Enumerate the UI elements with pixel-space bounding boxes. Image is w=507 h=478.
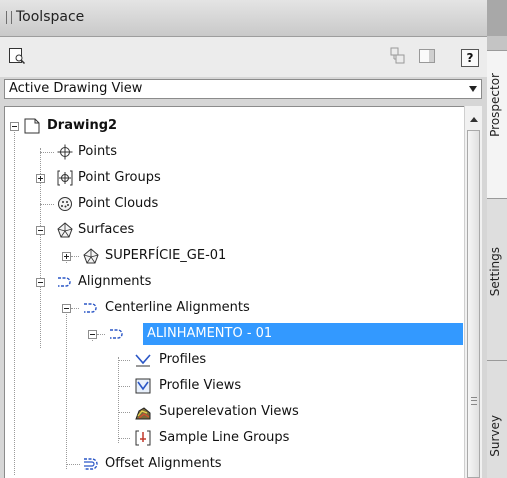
tree-node-label: Sample Line Groups: [159, 430, 290, 445]
collapse-icon[interactable]: [36, 226, 45, 235]
help-button[interactable]: ?: [461, 49, 479, 67]
points-icon: [57, 144, 73, 160]
tree-node-profiles[interactable]: Profiles: [5, 349, 461, 371]
tree-node-points[interactable]: Points: [5, 141, 461, 163]
superelevation-views-icon: [135, 407, 151, 420]
tree-node-label: ALINHAMENTO - 01: [147, 326, 273, 341]
tree-node-label: Point Clouds: [78, 196, 159, 211]
tree-node-alignments[interactable]: Alignments: [5, 271, 461, 293]
tab-label: Prospector: [488, 73, 502, 137]
drawing-icon: [24, 118, 40, 134]
tab-settings[interactable]: Settings: [487, 198, 507, 360]
title-bar: Toolspace: [0, 0, 507, 37]
drag-grip-icon[interactable]: [6, 11, 12, 24]
title-bar-cell[interactable]: Toolspace: [0, 0, 487, 37]
chevron-down-icon[interactable]: [469, 86, 477, 92]
toolbar: ?: [0, 37, 487, 77]
tab-label: Survey: [488, 415, 502, 457]
tree-node-label: Alignments: [78, 274, 152, 289]
tree-node-point-clouds[interactable]: Point Clouds: [5, 193, 461, 215]
scroll-up-arrow-icon[interactable]: [470, 117, 478, 122]
toolspace-tabs: Prospector Settings Survey: [487, 36, 507, 478]
title-bar-right: [487, 0, 507, 36]
collapse-icon[interactable]: [62, 304, 71, 313]
prospector-tree: Drawing2 Points Point Groups Point Cloud…: [4, 106, 464, 478]
tree-node-offset-alignments[interactable]: Offset Alignments: [5, 453, 461, 475]
tree-scrollbar[interactable]: [464, 106, 482, 478]
window-title: Toolspace: [16, 9, 85, 25]
tree-node-point-groups[interactable]: Point Groups: [5, 167, 461, 189]
tree-node-label: Offset Alignments: [105, 456, 222, 471]
sample-line-groups-icon: [135, 430, 151, 446]
point-groups-icon: [57, 170, 73, 186]
tree-node-label: Points: [78, 144, 118, 159]
surface-icon: [83, 248, 99, 264]
tree-node-profile-views[interactable]: Profile Views: [5, 375, 461, 397]
centerline-alignments-icon: [84, 303, 97, 313]
collapse-icon[interactable]: [88, 330, 97, 339]
profiles-icon: [135, 354, 151, 367]
view-selector-dropdown[interactable]: Active Drawing View: [4, 79, 482, 99]
scrollbar-thumb[interactable]: [467, 130, 480, 478]
toggle-item-view-icon[interactable]: [388, 47, 406, 65]
tree-node-sample-line-groups[interactable]: Sample Line Groups: [5, 427, 461, 449]
offset-alignments-icon: [84, 458, 98, 470]
tree-node-label: Superelevation Views: [159, 404, 299, 419]
tab-label: Settings: [488, 247, 502, 297]
tree-node-label: Profiles: [159, 352, 207, 367]
tree-node-centerline-alignments[interactable]: Centerline Alignments: [5, 297, 461, 319]
item-view-icon[interactable]: [418, 47, 436, 65]
tab-survey[interactable]: Survey: [487, 360, 507, 478]
scrollbar-grip-icon: [471, 397, 477, 405]
expand-icon[interactable]: [62, 252, 71, 261]
tab-prospector[interactable]: Prospector: [487, 50, 507, 198]
tree-node-label: Profile Views: [159, 378, 242, 393]
tree-node-drawing2[interactable]: Drawing2: [5, 115, 461, 137]
tree-node-label: Centerline Alignments: [105, 300, 250, 315]
view-selector-value: Active Drawing View: [9, 81, 143, 96]
surfaces-icon: [57, 222, 73, 238]
tree-node-label: SUPERFÍCIE_GE-01: [105, 248, 227, 263]
tree-node-label: Surfaces: [78, 222, 135, 237]
tree-node-label: Drawing2: [47, 118, 118, 133]
collapse-icon[interactable]: [36, 278, 45, 287]
alignments-icon: [58, 277, 71, 287]
tree-node-label: Point Groups: [78, 170, 161, 185]
zoom-to-icon[interactable]: [8, 47, 26, 65]
collapse-icon[interactable]: [10, 122, 19, 131]
tree-node-surfaces[interactable]: Surfaces: [5, 219, 461, 241]
point-clouds-icon: [58, 197, 72, 211]
tree-node-surface-ge-01[interactable]: SUPERFÍCIE_GE-01: [5, 245, 461, 267]
tree-node-superelevation-views[interactable]: Superelevation Views: [5, 401, 461, 423]
alignment-icon: [110, 329, 123, 339]
expand-icon[interactable]: [36, 174, 45, 183]
tree-node-alinhamento-01[interactable]: ALINHAMENTO - 01: [5, 323, 463, 345]
profile-views-icon: [135, 378, 151, 394]
